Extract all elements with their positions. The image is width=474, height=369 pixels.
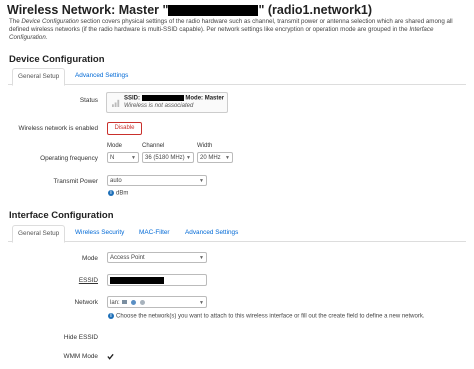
desc-text-3: . bbox=[45, 34, 48, 41]
device-config-heading: Device Configuration bbox=[9, 54, 105, 65]
network-select[interactable]: lan: ▼ bbox=[107, 296, 207, 308]
chevron-down-icon: ▼ bbox=[199, 255, 204, 261]
wmm-mode-label: WMM Mode bbox=[63, 353, 98, 360]
network-wifi-icon bbox=[131, 299, 137, 305]
title-prefix: Wireless Network: Master " bbox=[7, 3, 169, 17]
status-mode-text: Mode: Master bbox=[185, 95, 225, 102]
tab-device-general-setup[interactable]: General Setup bbox=[12, 68, 66, 86]
tab-iface-general-setup[interactable]: General Setup bbox=[12, 225, 66, 243]
chevron-down-icon: ▼ bbox=[199, 300, 204, 306]
page-description: The Device Configuration section covers … bbox=[9, 18, 467, 42]
iface-mode-select[interactable]: Access Point ▼ bbox=[107, 252, 207, 263]
transmit-power-select[interactable]: auto ▼ bbox=[107, 175, 207, 186]
info-icon: i bbox=[108, 313, 114, 319]
freq-channel-value: 36 (5180 MHz) bbox=[145, 155, 185, 161]
disable-button[interactable]: Disable bbox=[107, 122, 142, 135]
desc-text-1: The bbox=[9, 18, 22, 25]
hide-essid-checkbox[interactable] bbox=[107, 334, 113, 340]
freq-channel-label: Channel bbox=[142, 143, 165, 149]
freq-mode-select[interactable]: N ▼ bbox=[107, 152, 139, 163]
chevron-down-icon: ▼ bbox=[131, 155, 136, 161]
wifi-signal-icon bbox=[112, 99, 120, 107]
interface-config-heading: Interface Configuration bbox=[9, 210, 114, 221]
freq-width-label: Width bbox=[197, 143, 213, 149]
network-value: lan: bbox=[110, 300, 120, 306]
iface-mode-label: Mode bbox=[82, 255, 98, 262]
transmit-power-unit: dBm bbox=[116, 190, 129, 197]
wmm-mode-checkbox[interactable] bbox=[107, 353, 114, 360]
redacted-ssid-title bbox=[168, 5, 259, 17]
device-config-tabs: General Setup Advanced Settings bbox=[8, 68, 466, 86]
freq-mode-value: N bbox=[110, 155, 115, 161]
transmit-power-hint: i dBm bbox=[108, 190, 128, 197]
freq-width-select[interactable]: 20 MHz ▼ bbox=[197, 152, 233, 163]
essid-label: ESSID bbox=[78, 277, 98, 284]
network-hint-text: Choose the network(s) you want to attach… bbox=[116, 313, 425, 320]
interface-config-tabs: General Setup Wireless Security MAC-Filt… bbox=[8, 225, 466, 243]
essid-input[interactable] bbox=[107, 274, 207, 286]
desc-em-1: Device Configuration bbox=[21, 18, 79, 25]
hide-essid-label: Hide ESSID bbox=[63, 334, 98, 341]
tab-device-advanced-settings[interactable]: Advanced Settings bbox=[70, 68, 133, 83]
chevron-down-icon: ▼ bbox=[186, 155, 191, 161]
status-ssid-line: SSID: Mode: Master bbox=[124, 95, 224, 102]
chevron-down-icon: ▼ bbox=[225, 155, 230, 161]
freq-mode-label: Mode bbox=[107, 143, 123, 149]
enabled-label: Wireless network is enabled bbox=[18, 125, 98, 132]
tab-iface-wireless-security[interactable]: Wireless Security bbox=[70, 225, 129, 240]
info-icon: i bbox=[108, 190, 114, 196]
redacted-essid-value bbox=[110, 277, 164, 284]
status-box: SSID: Mode: Master Wireless is not assoc… bbox=[106, 92, 228, 113]
page-title: Wireless Network: Master " " (radio1.netw… bbox=[7, 3, 372, 17]
transmit-power-label: Transmit Power bbox=[53, 178, 98, 185]
network-wifi-icon bbox=[139, 299, 145, 305]
freq-width-value: 20 MHz bbox=[200, 155, 221, 161]
redacted-ssid-status bbox=[141, 95, 184, 101]
transmit-power-value: auto bbox=[110, 178, 122, 184]
network-ethernet-icon bbox=[122, 300, 128, 305]
network-hint: i Choose the network(s) you want to attac… bbox=[108, 313, 425, 320]
iface-mode-value: Access Point bbox=[110, 255, 145, 261]
status-label: Status bbox=[79, 97, 98, 104]
tab-iface-mac-filter[interactable]: MAC-Filter bbox=[134, 225, 175, 240]
operating-frequency-label: Operating frequency bbox=[40, 155, 98, 162]
checkmark-icon bbox=[107, 353, 114, 360]
freq-channel-select[interactable]: 36 (5180 MHz) ▼ bbox=[142, 152, 194, 163]
tab-iface-advanced-settings[interactable]: Advanced Settings bbox=[180, 225, 243, 240]
status-ssid-label: SSID: bbox=[124, 95, 141, 102]
chevron-down-icon: ▼ bbox=[199, 178, 204, 184]
title-suffix: " (radio1.network1) bbox=[258, 3, 373, 17]
status-note: Wireless is not associated bbox=[124, 103, 194, 109]
network-label: Network bbox=[74, 299, 98, 306]
